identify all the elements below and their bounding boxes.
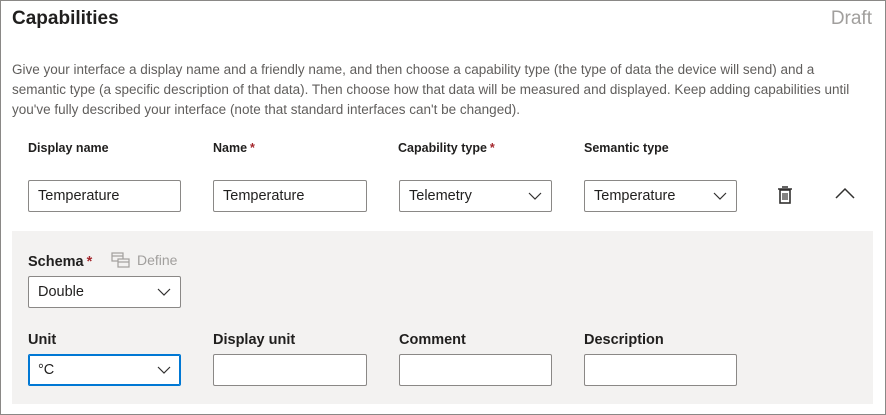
schema-label: Schema * [28,254,92,270]
semantic-type-value: Temperature [594,188,676,204]
required-marker: * [489,141,495,155]
required-marker: * [250,141,255,155]
display-name-header: Display name [28,141,109,155]
display-unit-label: Display unit [213,332,296,348]
name-value: Temperature [223,188,305,204]
unit-label: Unit [28,332,57,348]
unit-dropdown[interactable]: °C [28,354,181,386]
semantic-type-header-label: Semantic type [584,141,669,155]
capability-type-header: Capability type * [398,141,495,155]
comment-input[interactable] [399,354,552,386]
semantic-type-dropdown[interactable]: Temperature [584,180,737,212]
chevron-up-icon[interactable] [835,186,855,202]
schema-label-text: Schema [28,254,84,270]
name-input[interactable]: Temperature [213,180,367,212]
chevron-down-icon [713,189,727,203]
comment-label: Comment [399,332,466,348]
semantic-type-header: Semantic type [584,141,669,155]
display-name-value: Temperature [38,188,120,204]
instructions-text: Give your interface a display name and a… [12,62,850,117]
required-marker: * [86,254,93,270]
schema-dropdown[interactable]: Double [28,276,181,308]
display-name-header-label: Display name [28,141,109,155]
capability-type-header-label: Capability type [398,141,487,155]
capability-type-dropdown[interactable]: Telemetry [399,180,552,212]
description-input[interactable] [584,354,737,386]
status-badge: Draft [830,8,872,29]
define-schema-icon [111,252,130,268]
display-unit-input[interactable] [213,354,367,386]
chevron-down-icon [157,285,171,299]
chevron-down-icon [528,189,542,203]
page-title: Capabilities [12,8,119,29]
unit-value: °C [38,362,55,378]
name-header-label: Name [213,141,248,155]
name-header: Name * [213,141,255,155]
capability-type-value: Telemetry [409,188,472,204]
define-label: Define [137,252,178,268]
description-label: Description [584,332,664,348]
trash-icon[interactable] [776,185,794,205]
chevron-down-icon [157,363,171,377]
schema-value: Double [38,284,84,300]
define-button[interactable]: Define [111,251,177,269]
display-name-input[interactable]: Temperature [28,180,181,212]
